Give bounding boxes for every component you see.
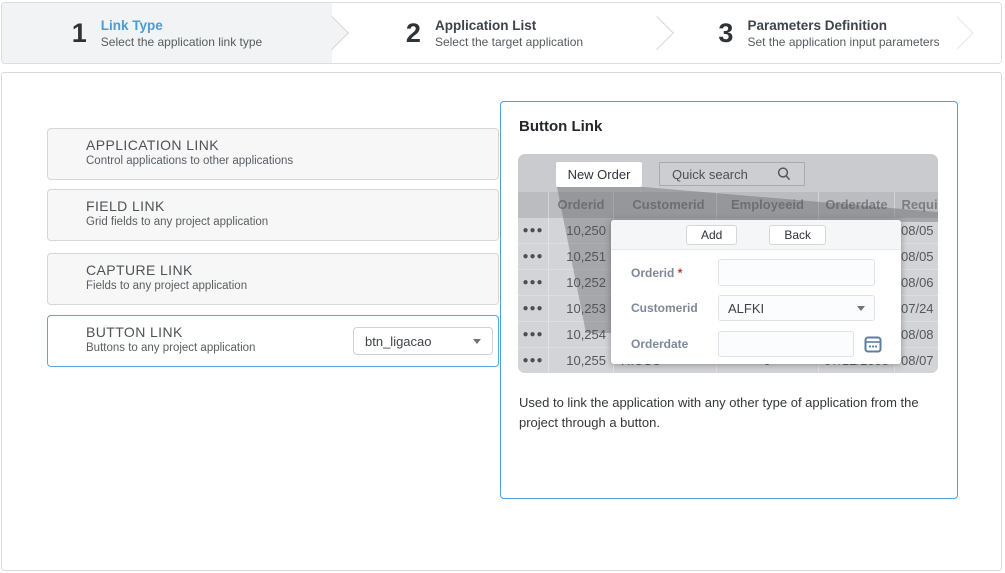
field-label: Orderid * xyxy=(631,266,718,280)
customerid-select: ALFKI xyxy=(718,295,875,321)
wizard-steps: 1 Link Type Select the application link … xyxy=(1,2,1002,64)
step-link-type[interactable]: 1 Link Type Select the application link … xyxy=(2,3,332,63)
grid-header-menu-col xyxy=(518,192,548,218)
card-subtitle: Grid fields to any project application xyxy=(86,216,486,228)
grid-header: Orderdate xyxy=(818,192,894,218)
link-type-description: Used to link the application with any ot… xyxy=(519,393,943,432)
row-menu-icon: ●●● xyxy=(518,322,548,347)
grid-header: Requi xyxy=(894,192,938,218)
detail-panel-title: Button Link xyxy=(519,118,602,135)
card-application-link[interactable]: APPLICATION LINK Control applications to… xyxy=(47,128,499,180)
chevron-right-icon xyxy=(941,17,974,50)
form-row-orderid: Orderid * xyxy=(631,259,875,286)
card-title: CAPTURE LINK xyxy=(86,262,486,278)
required-asterisk: * xyxy=(678,266,683,280)
step-number: 2 xyxy=(406,20,421,47)
button-select-dropdown[interactable]: btn_ligacao xyxy=(353,327,493,355)
step-subtitle: Set the application input parameters xyxy=(747,35,939,49)
cell-orderid: 10,254 xyxy=(548,322,613,347)
row-menu-icon: ●●● xyxy=(518,270,548,295)
back-button: Back xyxy=(769,225,826,245)
card-title: FIELD LINK xyxy=(86,198,486,214)
card-subtitle: Control applications to other applicatio… xyxy=(86,155,486,167)
cell-orderid: 10,251 xyxy=(548,244,613,269)
card-button-link[interactable]: BUTTON LINK Buttons to any project appli… xyxy=(47,315,499,367)
button-select-value: btn_ligacao xyxy=(365,334,432,349)
search-icon xyxy=(776,166,792,182)
customerid-value: ALFKI xyxy=(728,301,764,316)
grid-header: Orderid xyxy=(548,192,613,218)
step-application-list[interactable]: 2 Application List Select the target app… xyxy=(332,3,657,63)
field-label: Orderdate xyxy=(631,337,718,351)
step-parameters-definition[interactable]: 3 Parameters Definition Set the applicat… xyxy=(657,3,1001,63)
card-capture-link[interactable]: CAPTURE LINK Fields to any project appli… xyxy=(47,253,499,305)
cell-orderid: 10,250 xyxy=(548,218,613,243)
card-title: APPLICATION LINK xyxy=(86,137,486,153)
orderid-input xyxy=(718,259,875,286)
row-menu-icon: ●●● xyxy=(518,218,548,243)
add-button: Add xyxy=(686,225,737,245)
orderdate-input xyxy=(718,331,854,357)
step-title: Parameters Definition xyxy=(747,18,939,33)
cell-orderid: 10,252 xyxy=(548,270,613,295)
form-row-customerid: Customerid ALFKI xyxy=(631,295,875,321)
form-row-orderdate: Orderdate xyxy=(631,331,884,357)
preview-quick-search-input: Quick search xyxy=(659,162,805,186)
step-title: Application List xyxy=(435,18,583,33)
main-panel: APPLICATION LINK Control applications to… xyxy=(1,72,1002,571)
grid-header-row: Orderid Customerid Employeeid Orderdate … xyxy=(518,192,938,218)
row-menu-icon: ●●● xyxy=(518,348,548,373)
card-subtitle: Fields to any project application xyxy=(86,280,486,292)
cell-orderid: 10,255 xyxy=(548,348,613,373)
cell-orderid: 10,253 xyxy=(548,296,613,321)
chevron-down-icon xyxy=(857,306,865,311)
step-title: Link Type xyxy=(101,18,262,33)
button-link-preview-illustration: New Order Quick search Orderid Customeri… xyxy=(518,154,938,373)
row-menu-icon: ●●● xyxy=(518,244,548,269)
preview-form-popup: Add Back Orderid * Customerid ALFKI xyxy=(611,220,901,364)
grid-header: Customerid xyxy=(613,192,716,218)
quick-search-placeholder: Quick search xyxy=(672,167,748,182)
calendar-icon xyxy=(862,333,884,355)
grid-header: Employeeid xyxy=(716,192,818,218)
popup-toolbar: Add Back xyxy=(611,220,901,250)
step-subtitle: Select the target application xyxy=(435,35,583,49)
step-subtitle: Select the application link type xyxy=(101,35,262,49)
step-number: 1 xyxy=(72,20,87,47)
step-number: 3 xyxy=(718,20,733,47)
row-menu-icon: ●●● xyxy=(518,296,548,321)
preview-new-order-button: New Order xyxy=(556,162,642,187)
card-field-link[interactable]: FIELD LINK Grid fields to any project ap… xyxy=(47,189,499,241)
field-label: Customerid xyxy=(631,301,718,315)
button-link-detail-panel: Button Link New Order Quick search Order… xyxy=(500,101,958,499)
chevron-down-icon xyxy=(473,339,481,344)
